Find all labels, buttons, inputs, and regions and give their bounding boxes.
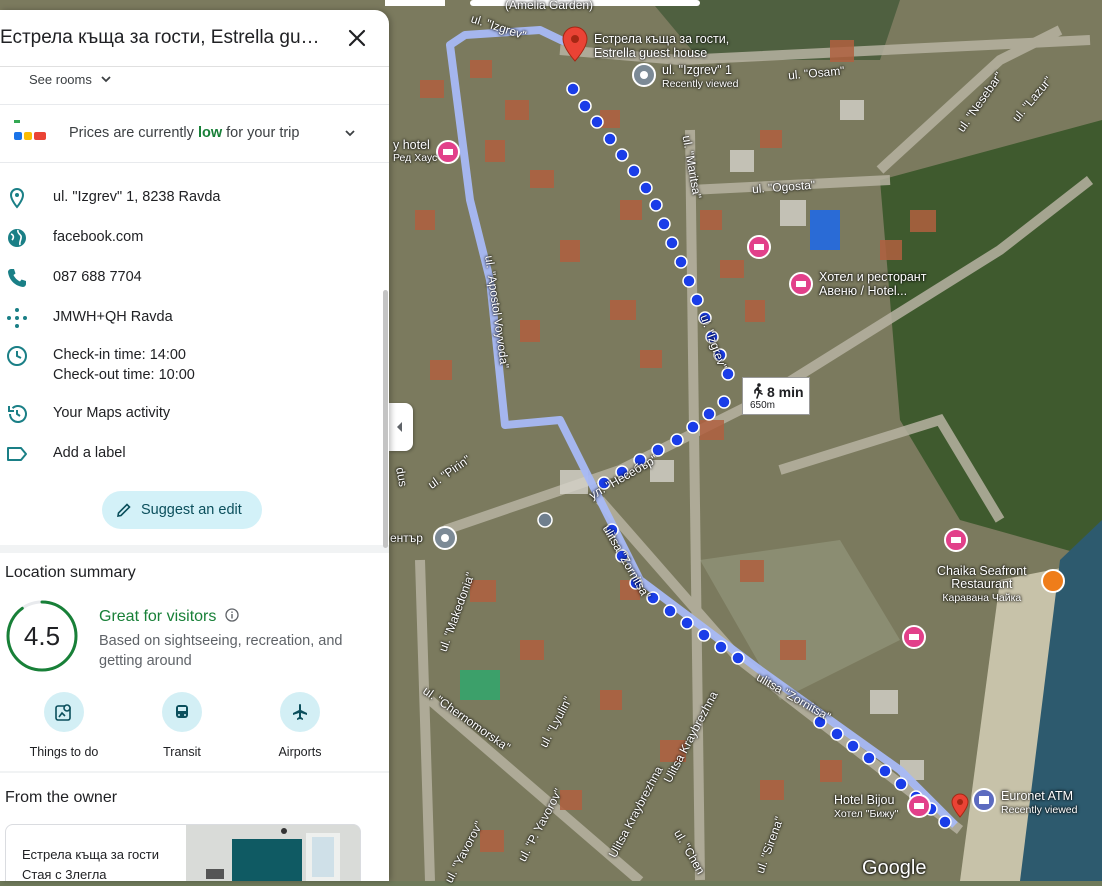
airports-button[interactable]: Airports (250, 692, 350, 759)
great-for-label: Great for visitors (99, 608, 217, 625)
phone-row[interactable]: 087 688 7704 (0, 261, 389, 295)
checkin-row: Check-in time: 14:00 Check-out time: 10:… (0, 339, 389, 387)
destination-name-en: Estrella guest house (594, 46, 708, 60)
poi-sublabel: Recently viewed (662, 78, 739, 90)
destination-label[interactable]: Естрела къща за гости, Estrella guest ho… (594, 32, 729, 60)
pencil-icon (117, 503, 131, 517)
poi-name: y hotel (393, 138, 430, 152)
suggest-edit-button[interactable]: Suggest an edit (102, 491, 262, 529)
section-divider (0, 545, 389, 553)
add-label-row[interactable]: Add a label (0, 437, 389, 471)
address-text: ul. "Izgrev" 1, 8238 Ravda (53, 189, 221, 205)
address-row[interactable]: ul. "Izgrev" 1, 8238 Ravda (0, 181, 389, 215)
poi-sublabel: Recently viewed (1001, 804, 1078, 816)
history-icon (8, 405, 27, 423)
poi-name-2: Авеню / Hotel... (819, 284, 908, 298)
poi-label-hotel[interactable]: y hotel Ред Хаус (393, 139, 437, 164)
poi-label-atm[interactable]: Euronet ATM Recently viewed (1001, 790, 1077, 817)
poi-label-chaika[interactable]: Chaika Seafront Restaurant Каравана Чайк… (937, 565, 1027, 605)
header-divider (0, 66, 389, 67)
section-divider (0, 771, 389, 773)
see-rooms-label: See rooms (29, 72, 92, 87)
clock-icon (7, 346, 27, 366)
plus-code-icon (7, 308, 27, 328)
poi-sublabel: Хотел "Бижу" (834, 808, 899, 820)
destination-name-bg: Естрела къща за гости, (594, 32, 730, 46)
walk-time: 8 min (767, 384, 804, 400)
things-to-do-button[interactable]: Things to do (14, 692, 114, 759)
poi-label-avenue[interactable]: Хотел и ресторант Авеню / Hotel... (819, 270, 926, 298)
add-label-text: Add a label (53, 445, 126, 461)
poi-sublabel: Каравана Чайка (942, 592, 1022, 604)
score-value: 4.5 (24, 621, 60, 651)
divider (0, 162, 389, 163)
plus-code-text: JMWH+QH Ravda (53, 309, 173, 325)
transit-circle (162, 692, 202, 732)
panel-scrollbar[interactable] (383, 290, 388, 548)
poi-name: Hotel Bijou (834, 793, 895, 807)
things-to-do-icon (55, 704, 71, 721)
plus-code-row[interactable]: JMWH+QH Ravda (0, 301, 389, 335)
airplane-icon (293, 704, 307, 720)
prices-before: Prices are currently (69, 125, 198, 141)
prices-row[interactable]: Prices are currently low for your trip (0, 108, 389, 158)
see-rooms-button[interactable]: See rooms (29, 72, 112, 87)
checkin-text: Check-in time: 14:00 (53, 347, 186, 363)
prices-low: low (197, 125, 223, 141)
great-for-description: Based on sightseeing, recreation, and ge… (99, 633, 343, 669)
place-details-panel: Естрела къща за гости, Estrella guest ho… (0, 10, 389, 881)
poi-label-izgrev[interactable]: ul. "Izgrev" 1 Recently viewed (662, 64, 738, 91)
airports-circle (280, 692, 320, 732)
room-photo-image (186, 825, 360, 881)
transit-button[interactable]: Transit (132, 692, 232, 759)
poi-label-bijou[interactable]: Hotel Bijou Хотел "Бижу" (834, 794, 898, 821)
prices-after: for your trip (222, 125, 300, 141)
airports-label: Airports (278, 745, 322, 759)
checkout-text: Check-out time: 10:00 (53, 367, 195, 383)
owner-photo (186, 825, 360, 881)
chevron-down-icon (345, 130, 355, 137)
globe-icon (8, 229, 26, 247)
info-icon[interactable] (225, 608, 239, 622)
walking-icon (754, 383, 763, 399)
from-owner-heading: From the owner (5, 789, 118, 806)
owner-card-text: Естрела къща за гости Стая с 3легла (22, 847, 159, 881)
location-pin-icon (9, 187, 25, 209)
google-logo: Google (862, 857, 927, 879)
place-title: Естрела къща за гости, Estrella guest ho… (0, 27, 325, 48)
phone-icon (8, 269, 26, 287)
great-for-visitors[interactable]: Great for visitors (99, 608, 239, 626)
owner-photo-card[interactable]: Естрела къща за гости Стая с 3легла (5, 824, 361, 881)
walk-distance: 650m (750, 400, 776, 411)
suggest-edit-label: Suggest an edit (141, 502, 242, 518)
score-ring: 4.5 (6, 600, 78, 672)
bus-icon (176, 705, 188, 718)
poi-name-2: Restaurant (951, 577, 1013, 591)
price-trend-icon (14, 120, 46, 140)
close-icon[interactable] (343, 24, 371, 52)
website-row[interactable]: facebook.com (0, 221, 389, 255)
poi-name: Хотел и ресторант (819, 270, 927, 284)
collapse-panel-button[interactable] (389, 403, 413, 451)
things-to-do-circle (44, 692, 84, 732)
label-icon (7, 447, 27, 461)
divider (0, 104, 389, 105)
location-summary-heading: Location summary (5, 564, 136, 581)
poi-name: Euronet ATM (1001, 789, 1074, 803)
maps-activity-row[interactable]: Your Maps activity (0, 397, 389, 431)
caret-left-icon (397, 422, 402, 432)
poi-label-center: ентър (390, 531, 423, 545)
phone-text: 087 688 7704 (53, 269, 142, 285)
things-to-do-label: Things to do (29, 745, 99, 759)
chevron-down-icon (100, 76, 111, 83)
website-text: facebook.com (53, 229, 144, 245)
prices-text: Prices are currently low for your trip (69, 125, 299, 141)
poi-name: ul. "Izgrev" 1 (662, 63, 733, 77)
poi-sublabel: Ред Хаус (393, 152, 438, 164)
maps-activity-text: Your Maps activity (53, 405, 171, 421)
place-label: (Amelia Garden) (505, 0, 594, 12)
transit-label: Transit (163, 745, 201, 759)
walking-time-callout[interactable]: 8 min 650m (742, 377, 810, 415)
